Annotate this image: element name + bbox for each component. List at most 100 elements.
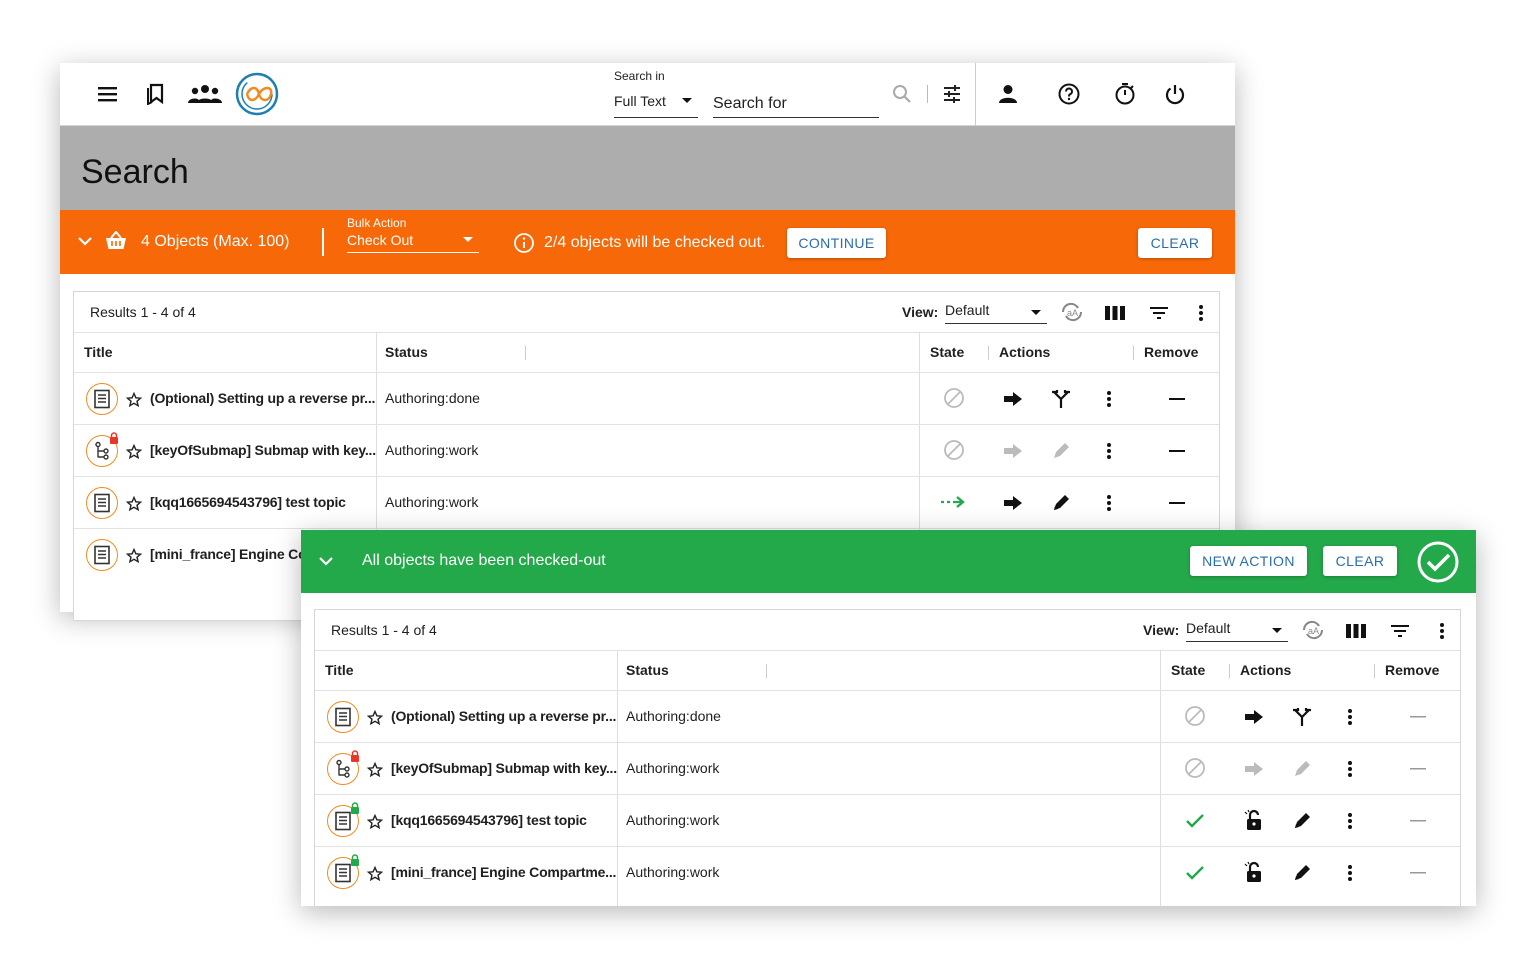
split-icon[interactable] (1292, 707, 1312, 727)
view-select[interactable]: Default (1186, 620, 1288, 642)
column-remove[interactable]: Remove (1385, 662, 1439, 678)
pencil-icon[interactable] (1292, 863, 1312, 883)
column-status[interactable]: Status (626, 662, 669, 678)
star-icon[interactable] (126, 496, 142, 512)
search-icon[interactable] (892, 84, 912, 104)
arrow-right-icon[interactable] (1003, 391, 1023, 407)
split-icon[interactable] (1051, 389, 1071, 409)
star-icon[interactable] (126, 548, 142, 564)
column-actions[interactable]: Actions (1240, 662, 1291, 678)
help-icon[interactable] (1058, 83, 1080, 105)
search-input[interactable]: Search for (713, 90, 879, 118)
menu-icon[interactable] (97, 85, 119, 103)
row-title[interactable]: [mini_france] Engine Compartme... (391, 864, 616, 880)
chevron-down-icon[interactable] (78, 236, 92, 246)
column-status[interactable]: Status (385, 344, 428, 360)
row-title[interactable]: (Optional) Setting up a reverse pr... (150, 390, 375, 406)
more-options-icon[interactable] (1106, 494, 1112, 512)
more-options-icon[interactable] (1106, 442, 1112, 460)
column-remove[interactable]: Remove (1144, 344, 1198, 360)
column-title[interactable]: Title (84, 344, 113, 360)
unlock-icon[interactable] (1244, 861, 1264, 883)
table-row[interactable]: (Optional) Setting up a reverse pr... Aut… (315, 690, 1460, 742)
continue-button[interactable]: CONTINUE (787, 228, 886, 258)
arrow-right-icon[interactable] (1244, 709, 1264, 725)
more-options-icon[interactable] (1106, 390, 1112, 408)
translate-icon[interactable]: aA (1300, 619, 1326, 641)
more-options-icon[interactable] (1347, 864, 1353, 882)
table-row[interactable]: [kqq1665694543796] test topic Authoring:w… (74, 476, 1219, 528)
pencil-icon[interactable] (1051, 493, 1071, 513)
column-resizer[interactable] (525, 346, 526, 360)
unlock-icon[interactable] (1244, 809, 1264, 831)
remove-icon[interactable] (1410, 819, 1426, 823)
star-icon[interactable] (367, 814, 383, 830)
search-in-select[interactable]: Full Text (614, 90, 698, 118)
table-row[interactable]: (Optional) Setting up a reverse pr... Aut… (74, 372, 1219, 424)
column-actions[interactable]: Actions (999, 344, 1050, 360)
table-row[interactable]: [kqq1665694543796] test topic Authoring:w… (315, 794, 1460, 846)
filter-icon[interactable] (1390, 624, 1410, 638)
star-icon[interactable] (367, 710, 383, 726)
bulk-action-select[interactable]: Check Out (347, 232, 479, 253)
bookmark-icon[interactable] (147, 83, 167, 105)
column-resizer[interactable] (1133, 346, 1134, 360)
remove-icon[interactable] (1169, 501, 1185, 505)
star-icon[interactable] (126, 444, 142, 460)
column-resizer[interactable] (1229, 664, 1230, 678)
pencil-icon[interactable] (1292, 811, 1312, 831)
new-action-button[interactable]: NEW ACTION (1190, 546, 1307, 576)
more-options-icon[interactable] (1347, 708, 1353, 726)
row-title[interactable]: [keyOfSubmap] Submap with key... (150, 442, 376, 458)
filter-settings-icon[interactable] (942, 84, 962, 104)
columns-icon[interactable] (1104, 305, 1126, 321)
clear-button[interactable]: CLEAR (1138, 228, 1212, 258)
column-state[interactable]: State (930, 344, 964, 360)
more-options-icon[interactable] (1347, 760, 1353, 778)
more-options-icon[interactable] (1347, 812, 1353, 830)
divider (322, 228, 324, 256)
bulk-action-bar: 4 Objects (Max. 100) Bulk Action Check O… (60, 210, 1235, 274)
pencil-icon-disabled[interactable] (1292, 759, 1312, 779)
row-title[interactable]: [kqq1665694543796] test topic (150, 494, 346, 510)
results-panel: Results 1 - 4 of 4 View: Default aA Titl… (314, 609, 1461, 906)
row-status: Authoring:work (385, 494, 479, 510)
remove-icon[interactable] (1410, 871, 1426, 875)
power-icon[interactable] (1164, 83, 1186, 105)
more-options-icon[interactable] (1198, 304, 1204, 322)
star-icon[interactable] (367, 866, 383, 882)
star-icon[interactable] (126, 392, 142, 408)
timer-icon[interactable] (1114, 82, 1136, 106)
table-row[interactable]: [keyOfSubmap] Submap with key... Authorin… (74, 424, 1219, 476)
remove-icon[interactable] (1169, 449, 1185, 453)
arrow-right-icon[interactable] (1003, 495, 1023, 511)
remove-icon[interactable] (1169, 397, 1185, 401)
table-row[interactable]: [mini_france] Engine Compartme... Authori… (315, 846, 1460, 898)
column-title[interactable]: Title (325, 662, 354, 678)
table-row[interactable]: [keyOfSubmap] Submap with key... Authorin… (315, 742, 1460, 794)
clear-button[interactable]: CLEAR (1323, 546, 1397, 576)
filter-icon[interactable] (1149, 306, 1169, 320)
people-icon[interactable] (188, 84, 222, 104)
view-select[interactable]: Default (945, 302, 1047, 324)
pencil-icon-disabled[interactable] (1051, 441, 1071, 461)
more-options-icon[interactable] (1439, 622, 1445, 640)
row-title[interactable]: (Optional) Setting up a reverse pr... (391, 708, 616, 724)
column-state[interactable]: State (1171, 662, 1205, 678)
star-icon[interactable] (367, 762, 383, 778)
remove-icon[interactable] (1410, 715, 1426, 719)
translate-icon[interactable]: aA (1059, 301, 1085, 323)
row-title[interactable]: [mini_france] Engine Cor (150, 546, 312, 562)
remove-icon[interactable] (1410, 767, 1426, 771)
arrow-right-icon[interactable] (1244, 761, 1264, 777)
basket-icon (105, 231, 127, 251)
columns-icon[interactable] (1345, 623, 1367, 639)
column-resizer[interactable] (766, 664, 767, 678)
column-resizer[interactable] (988, 346, 989, 360)
chevron-down-icon[interactable] (319, 556, 333, 566)
row-title[interactable]: [keyOfSubmap] Submap with key... (391, 760, 617, 776)
row-title[interactable]: [kqq1665694543796] test topic (391, 812, 587, 828)
arrow-right-icon[interactable] (1003, 443, 1023, 459)
user-icon[interactable] (998, 84, 1018, 104)
column-resizer[interactable] (1374, 664, 1375, 678)
